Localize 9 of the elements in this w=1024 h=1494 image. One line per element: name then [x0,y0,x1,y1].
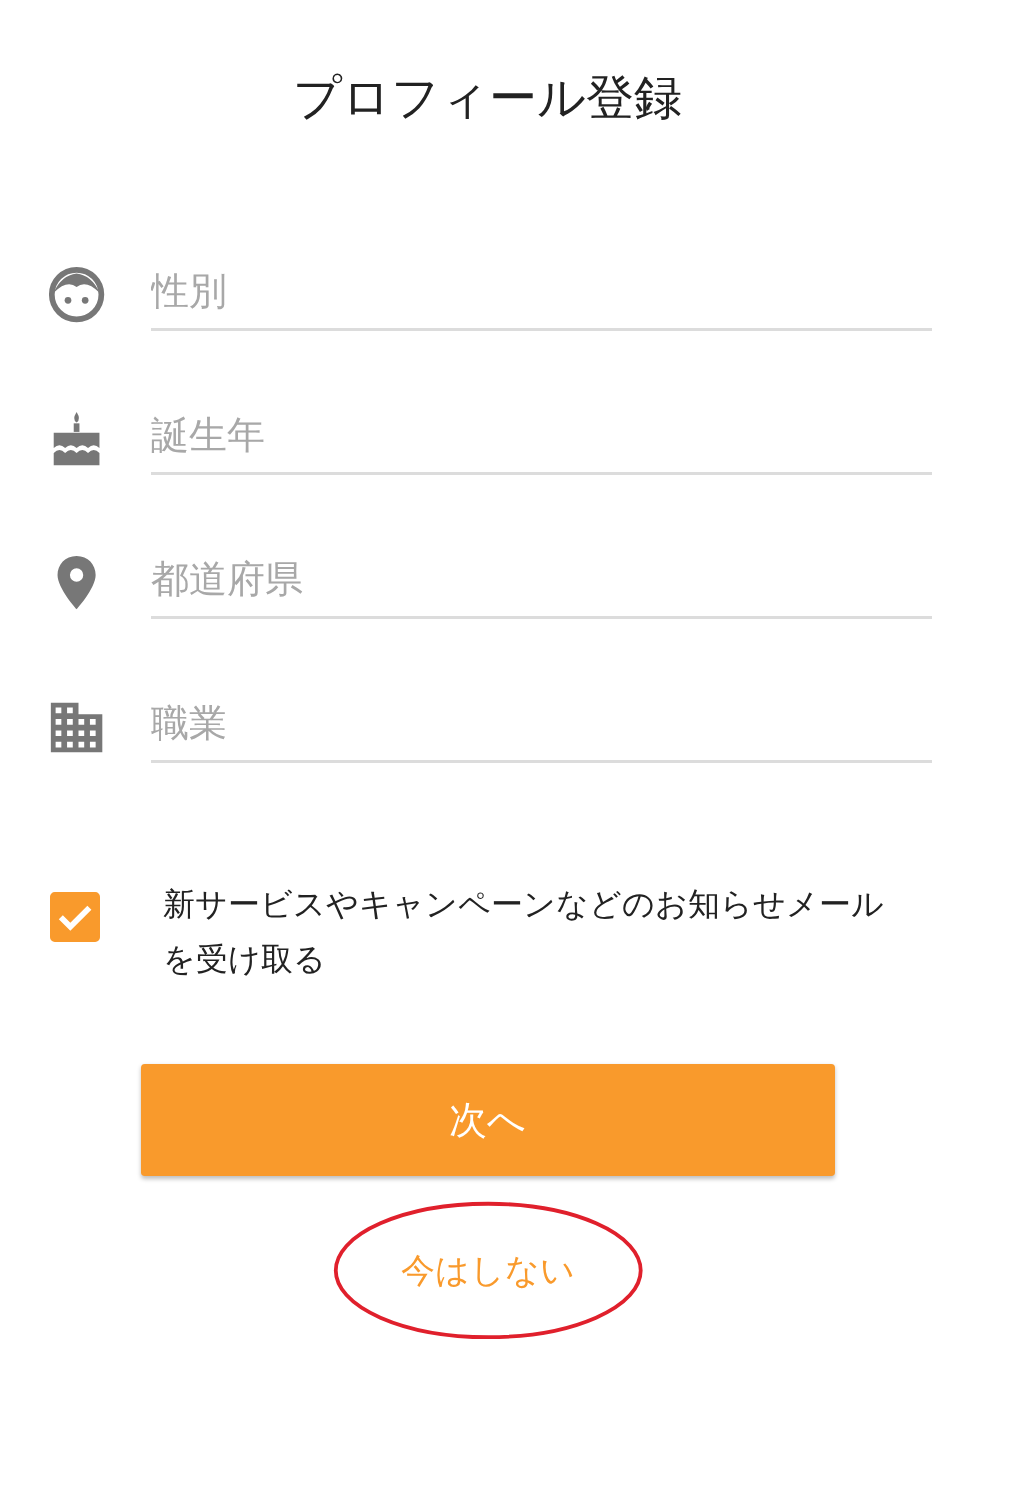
input-field[interactable]: 都道府県 [150,547,933,619]
face-icon [47,266,105,324]
input-field[interactable]: 誕生年 [150,403,933,475]
page-title: プロフィール登録 [292,68,684,126]
checkbox[interactable] [50,892,101,942]
checkbox-label: 新サービスやキャンペーンなどのお知らせメールを受け取る [162,884,885,981]
next-button[interactable]: 次へ [141,1063,835,1177]
input-field[interactable]: 職業 [150,691,933,763]
skip-link[interactable]: 今はしない [400,1244,575,1297]
